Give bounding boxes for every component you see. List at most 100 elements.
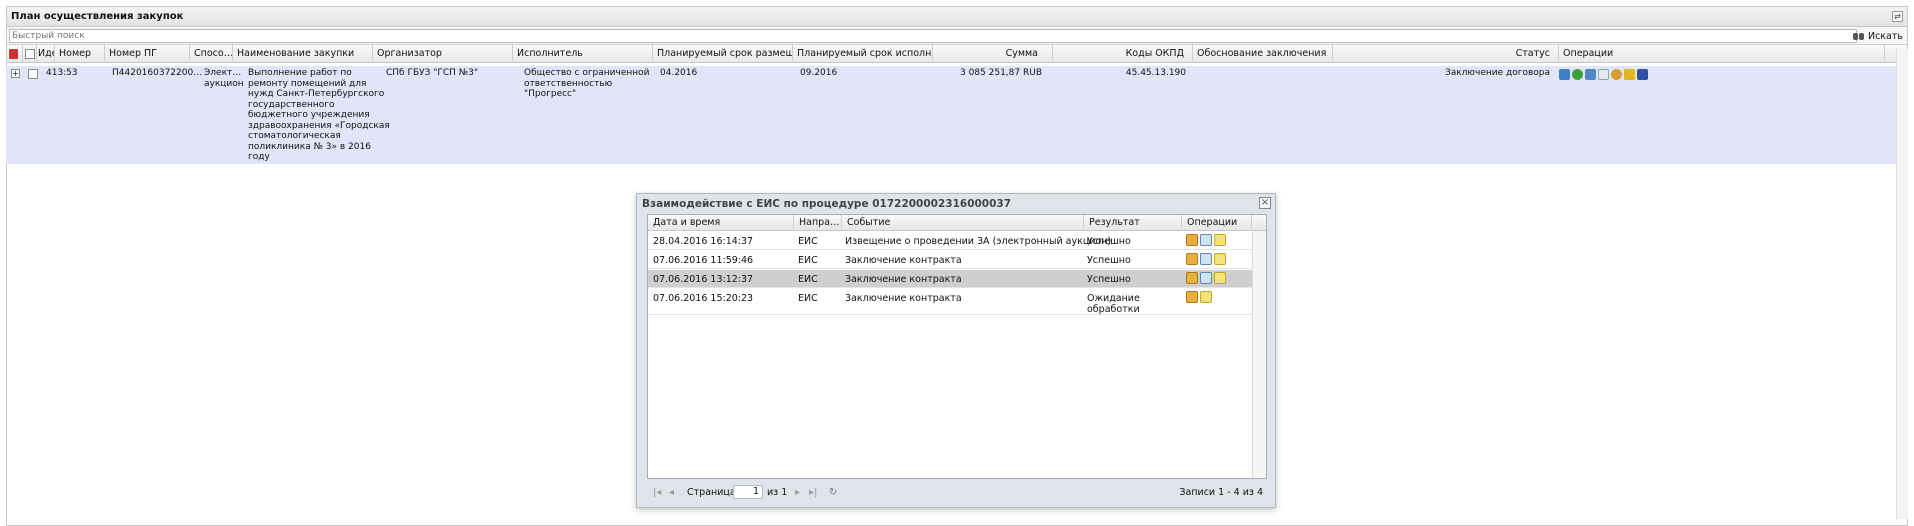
list-item[interactable]: 07.06.2016 11:59:46 ЕИС Заключение контр… [648, 251, 1252, 269]
records-count: Записи 1 - 4 из 4 [1179, 487, 1263, 498]
list-item[interactable]: 28.04.2016 16:14:37 ЕИС Извещение о пров… [648, 232, 1252, 250]
row-number: 53 [66, 68, 78, 78]
vertical-scrollbar[interactable] [1896, 49, 1908, 519]
column-header-operations[interactable]: Операции [1182, 215, 1252, 231]
eis-grid: Дата и время Напра… Событие Результат Оп… [647, 214, 1267, 479]
row-plan-exec: 09.2016 [800, 68, 838, 78]
page-count: из 1 [767, 487, 788, 498]
row-name: Выполнение работ по ремонту помещений дл… [248, 68, 390, 162]
column-header-justification[interactable]: Обоснование заключения [1193, 45, 1333, 63]
refresh-icon[interactable]: ↻ [829, 487, 837, 498]
select-all-checkbox[interactable] [23, 45, 37, 63]
row-executor: Общество с ограниченной ответственностью… [524, 68, 650, 99]
row-sum: 3 085 251,87 RUB [960, 68, 1042, 78]
event-result: Успешно [1087, 236, 1131, 247]
column-header-number[interactable]: Номер [55, 45, 105, 63]
event-direction: ЕИС [798, 293, 818, 304]
column-header-direction[interactable]: Напра… [794, 215, 842, 231]
grid-header: Иде Номер Номер ПГ Спосо… Наименование з… [7, 45, 1907, 63]
column-header-plan-post[interactable]: Планируемый срок размещ… [653, 45, 793, 63]
event-name: Заключение контракта [845, 293, 962, 304]
pagination-bar: |◂ ◂ Страница 1 из 1 ▸ ▸| ↻ Записи 1 - 4… [647, 482, 1267, 504]
row-id: 413: [46, 68, 67, 78]
eis-interaction-window: Взаимодействие с ЕИС по процедуре 017220… [636, 193, 1276, 508]
row-organizer: СПб ГБУЗ "ГСП №3" [386, 68, 479, 78]
expand-row-icon[interactable]: + [11, 69, 20, 78]
column-header-event[interactable]: Событие [842, 215, 1084, 231]
package-icon[interactable] [1186, 234, 1198, 246]
document-icon[interactable] [1200, 234, 1212, 246]
document-icon[interactable] [1200, 253, 1212, 265]
table-row[interactable]: + 413: 53 П4420160372200… Элект… аукцион… [6, 66, 1896, 164]
event-operations [1186, 272, 1226, 284]
row-pg-number: П4420160372200… [112, 68, 203, 78]
page-number-input[interactable]: 1 [733, 485, 763, 499]
list-item[interactable]: 07.06.2016 15:20:23 ЕИС Заключение контр… [648, 289, 1252, 315]
chart-icon[interactable] [1559, 69, 1570, 80]
modal-title: Взаимодействие с ЕИС по процедуре 017220… [642, 198, 1012, 210]
last-page-icon[interactable]: ▸| [809, 487, 817, 498]
note-icon[interactable] [1214, 234, 1226, 246]
column-header-name[interactable]: Наименование закупки [233, 45, 373, 63]
package-icon[interactable] [1186, 272, 1198, 284]
column-header-executor[interactable]: Исполнитель [513, 45, 653, 63]
column-header-datetime[interactable]: Дата и время [648, 215, 794, 231]
list-item-selected[interactable]: 07.06.2016 13:12:37 ЕИС Заключение контр… [648, 270, 1252, 288]
panel-header: План осуществления закупок ⇄ [7, 7, 1907, 27]
column-header-okpd[interactable]: Коды ОКПД [1053, 45, 1193, 63]
event-datetime: 07.06.2016 11:59:46 [653, 255, 754, 266]
prev-page-icon[interactable]: ◂ [669, 487, 674, 498]
search-button[interactable]: Искать [1852, 29, 1903, 43]
eis-grid-scrollbar[interactable] [1252, 231, 1266, 478]
row-plan-post: 04.2016 [660, 68, 698, 78]
package-icon[interactable] [1186, 253, 1198, 265]
page-label: Страница [687, 487, 736, 498]
panel-refresh-icon[interactable]: ⇄ [1892, 11, 1903, 22]
package-icon[interactable] [1186, 291, 1198, 303]
column-header-plan-exec[interactable]: Планируемый срок исполн… [793, 45, 933, 63]
next-page-icon[interactable]: ▸ [795, 487, 800, 498]
close-icon[interactable]: × [1259, 197, 1271, 209]
row-status: Заключение договора [1444, 68, 1550, 78]
event-result: Успешно [1087, 274, 1131, 285]
refresh-icon[interactable] [1572, 69, 1583, 80]
event-result: Успешно [1087, 255, 1131, 266]
row-operations [1559, 69, 1648, 80]
column-header-operations[interactable]: Операции [1559, 45, 1885, 63]
panel-title: План осуществления закупок [11, 11, 184, 22]
event-datetime: 07.06.2016 15:20:23 [653, 293, 754, 304]
event-name: Заключение контракта [845, 255, 962, 266]
event-name: Извещение о проведении ЗА (электронный а… [845, 236, 1112, 247]
search-button-label: Искать [1867, 30, 1903, 42]
column-header-result[interactable]: Результат [1084, 215, 1182, 231]
event-result: Ожидание обработки [1087, 293, 1140, 315]
first-page-icon[interactable]: |◂ [653, 487, 661, 498]
card-icon[interactable] [1585, 69, 1596, 80]
event-direction: ЕИС [798, 236, 818, 247]
note-icon[interactable] [1214, 253, 1226, 265]
column-header-organizer[interactable]: Организатор [373, 45, 513, 63]
note-icon[interactable] [1200, 291, 1212, 303]
event-direction: ЕИС [798, 274, 818, 285]
column-header-id[interactable]: Иде [37, 45, 55, 63]
document-icon[interactable] [1598, 69, 1609, 80]
signal-icon[interactable] [1637, 69, 1648, 80]
document-icon[interactable] [1200, 272, 1212, 284]
column-header-pg-number[interactable]: Номер ПГ [105, 45, 190, 63]
event-datetime: 28.04.2016 16:14:37 [653, 236, 754, 247]
eis-grid-header: Дата и время Напра… Событие Результат Оп… [648, 215, 1266, 231]
column-header-status[interactable]: Статус [1333, 45, 1559, 63]
row-checkbox[interactable] [28, 69, 38, 79]
note-icon[interactable] [1214, 272, 1226, 284]
delete-filter-icon[interactable] [7, 45, 23, 63]
stamp-icon[interactable] [1624, 69, 1635, 80]
event-direction: ЕИС [798, 255, 818, 266]
row-method: Элект… аукцион [204, 68, 244, 89]
column-header-sum[interactable]: Сумма [933, 45, 1053, 63]
event-datetime: 07.06.2016 13:12:37 [653, 274, 754, 285]
column-header-method[interactable]: Спосо… [190, 45, 233, 63]
binoculars-icon [1852, 31, 1865, 41]
event-operations [1186, 234, 1226, 246]
search-input[interactable] [9, 29, 1857, 43]
seal-icon[interactable] [1611, 69, 1622, 80]
